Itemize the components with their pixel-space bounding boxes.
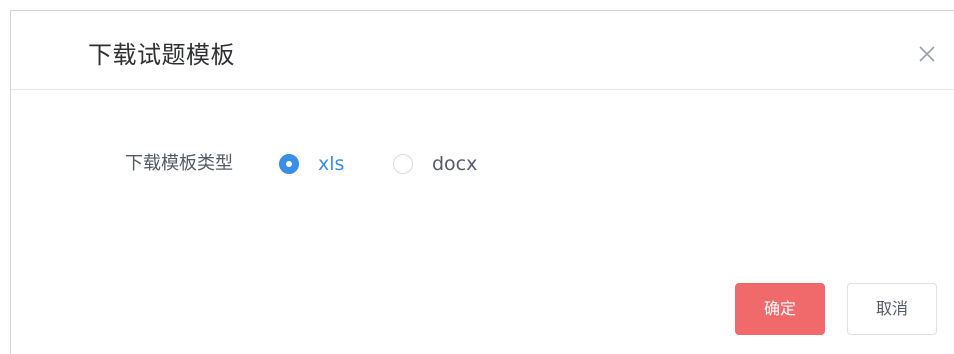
- radio-label-docx: docx: [432, 153, 478, 175]
- radio-label-xls: xls: [318, 153, 345, 175]
- dialog-header: 下载试题模板: [11, 11, 954, 90]
- close-button[interactable]: [918, 45, 936, 63]
- dialog-title: 下载试题模板: [88, 41, 235, 69]
- cancel-button[interactable]: 取消: [847, 283, 937, 335]
- radio-checked-icon[interactable]: [279, 154, 299, 174]
- radio-unchecked-icon[interactable]: [393, 154, 413, 174]
- radio-option-docx[interactable]: docx: [393, 149, 477, 179]
- download-template-dialog: 下载试题模板 下载模板类型 xls docx 确定 取消: [10, 10, 954, 354]
- template-type-row: 下载模板类型 xls docx: [11, 149, 954, 179]
- radio-option-xls[interactable]: xls: [279, 149, 344, 179]
- template-type-label: 下载模板类型: [125, 153, 233, 174]
- confirm-button[interactable]: 确定: [735, 283, 825, 335]
- close-icon: [918, 45, 936, 63]
